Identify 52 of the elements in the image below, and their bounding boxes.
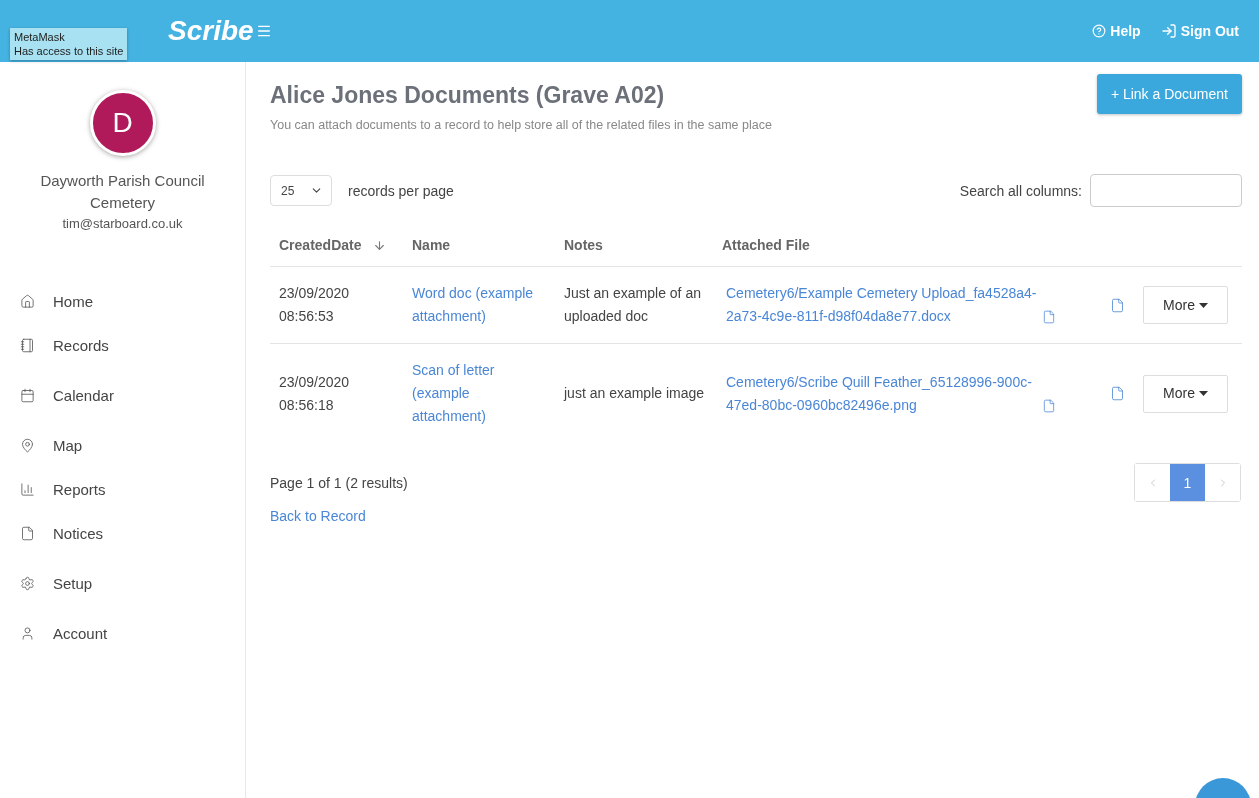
menu-icon[interactable] bbox=[256, 23, 272, 39]
sidebar-item[interactable]: Records bbox=[20, 335, 245, 356]
column-header: Name bbox=[403, 225, 555, 267]
organisation-name: Dayworth Parish Council bbox=[39, 171, 206, 191]
help-icon bbox=[1092, 24, 1107, 38]
page-subtitle: You can attach documents to a record to help store all of the related files in the same place bbox=[270, 118, 772, 132]
sign-out-icon bbox=[1160, 23, 1177, 39]
sort-arrow-icon bbox=[373, 238, 387, 252]
column-header: Attached File bbox=[713, 225, 1073, 267]
file-icon bbox=[1042, 398, 1056, 413]
file-icon bbox=[1110, 386, 1125, 401]
user-email: tim@starboard.co.uk bbox=[61, 215, 184, 233]
sidebar-item[interactable]: Notices bbox=[20, 523, 245, 544]
map-pin-icon bbox=[20, 438, 35, 453]
file-icon bbox=[1042, 310, 1056, 324]
more-button[interactable]: More bbox=[1143, 286, 1228, 324]
file-icon bbox=[1110, 297, 1125, 313]
document-name-link[interactable]: Scan of letter (example attachment) bbox=[412, 359, 547, 428]
home-icon bbox=[20, 294, 35, 309]
settings-icon bbox=[20, 576, 35, 591]
more-button[interactable]: More bbox=[1143, 374, 1228, 413]
attached-file-link[interactable]: Cemetery6/Scribe Quill Feather_65128996-900c-47ed-80bc-0960bc82496e.png bbox=[722, 370, 1042, 417]
caret-icon bbox=[1198, 391, 1208, 396]
results-summary: Page 1 of 1 (2 results) bbox=[270, 474, 408, 491]
bar-chart-icon bbox=[20, 482, 35, 497]
sidebar-item[interactable]: Reports bbox=[20, 479, 245, 500]
page-size-select[interactable]: 25 bbox=[270, 175, 332, 206]
site-name: Cemetery bbox=[89, 193, 156, 213]
calendar-icon bbox=[20, 388, 35, 403]
sidebar-item[interactable]: Map bbox=[20, 435, 245, 456]
caret-icon bbox=[1198, 302, 1208, 308]
user-icon bbox=[20, 626, 35, 641]
search-field[interactable] bbox=[1090, 174, 1242, 207]
sidebar-item[interactable]: Setup bbox=[20, 573, 245, 594]
date-cell-text: 23/09/2020 08:56:18 bbox=[279, 372, 350, 415]
document-name-link[interactable]: Word doc (example attachment) bbox=[412, 282, 547, 328]
attached-file-link[interactable]: Cemetery6/Example Cemetery Upload_fa4528a4-2a73-4c9e-811f-d98f04da8e77.docx bbox=[722, 282, 1042, 328]
page-title: Alice Jones Documents (Grave A02) bbox=[270, 82, 666, 109]
page-size-label: records per page bbox=[348, 182, 454, 199]
date-cell-text: 23/09/2020 08:56:53 bbox=[279, 284, 350, 326]
sidebar-item[interactable]: Account bbox=[20, 623, 245, 644]
column-header: Notes bbox=[555, 225, 713, 267]
column-header[interactable]: CreatedDate bbox=[270, 225, 403, 267]
search-label: Search all columns: bbox=[959, 182, 1082, 199]
notes-cell-text: just an example image bbox=[564, 384, 705, 403]
extension-tooltip: MetaMask Has access to this site bbox=[10, 28, 128, 60]
document-icon bbox=[20, 526, 35, 541]
notebook-icon bbox=[20, 338, 35, 353]
notes-cell-text: Just an example of an uploaded doc bbox=[564, 284, 702, 326]
sidebar-item[interactable]: Calendar bbox=[20, 385, 245, 406]
back-to-record-link[interactable]: Back to Record bbox=[270, 508, 366, 524]
sidebar-item[interactable]: Home bbox=[20, 291, 245, 312]
